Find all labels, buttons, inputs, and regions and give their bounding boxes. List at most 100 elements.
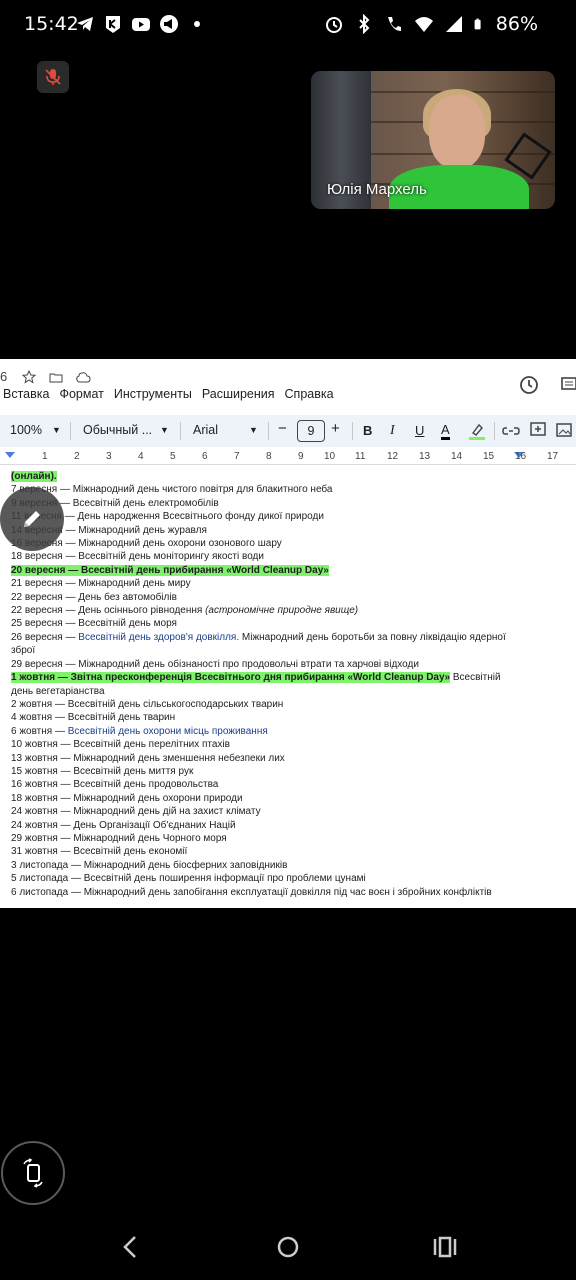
doc-line[interactable]: 16 жовтня — Всесвітній день продовольств… xyxy=(11,778,571,791)
doc-ruler: 1 2 3 4 5 6 7 8 9 10 11 12 13 14 15 16 1… xyxy=(0,451,576,465)
doc-line[interactable]: 29 вересня — Міжнародний день обізнаност… xyxy=(11,658,571,671)
doc-line[interactable]: 16 вересня — Міжнародний день охорони оз… xyxy=(11,537,571,550)
doc-line-text: 29 вересня — Міжнародний день обізнаност… xyxy=(11,658,419,670)
doc-line-text: 4 жовтня — Всесвітній день тварин xyxy=(11,712,176,724)
doc-line[interactable]: день вегетаріанства xyxy=(11,685,571,698)
style-select[interactable]: Обычный ... xyxy=(83,423,153,437)
ruler-tick: 16 xyxy=(515,451,527,462)
doc-line[interactable]: 15 жовтня — Всесвітній день миття рук xyxy=(11,765,571,778)
doc-line[interactable]: 22 вересня — День осіннього рівнодення (… xyxy=(11,604,571,617)
back-icon[interactable] xyxy=(120,1235,140,1259)
move-to-folder-icon[interactable] xyxy=(48,370,64,384)
link-icon[interactable] xyxy=(502,423,520,439)
ruler-tick: 10 xyxy=(324,451,336,462)
underline-icon[interactable]: U xyxy=(415,423,424,438)
menu-extensions[interactable]: Расширения xyxy=(202,387,275,409)
rotate-screen-button[interactable] xyxy=(1,1141,65,1205)
doc-line[interactable]: 31 жовтня — Всесвітній день економії xyxy=(11,845,571,858)
doc-line[interactable]: 21 вересня — Міжнародний день миру xyxy=(11,577,571,590)
history-icon[interactable] xyxy=(518,374,540,396)
doc-line[interactable]: (онлайн). xyxy=(11,470,571,483)
italic-icon[interactable]: I xyxy=(390,423,395,439)
doc-line-rest-text: Міжнародний день боротьби за повну лікві… xyxy=(239,631,506,643)
status-right-icons: 86% xyxy=(324,13,538,35)
doc-line[interactable]: 4 жовтня — Всесвітній день тварин xyxy=(11,711,571,724)
menu-tools[interactable]: Инструменты xyxy=(114,387,192,409)
ruler-tick: 17 xyxy=(547,451,559,462)
wifi-icon xyxy=(414,17,433,32)
mic-off-icon xyxy=(45,69,61,85)
mic-off-button[interactable] xyxy=(37,61,69,93)
menu-help[interactable]: Справка xyxy=(285,387,334,409)
indent-marker-icon[interactable] xyxy=(4,451,16,461)
participant-video-tile[interactable]: Юлія Мархель xyxy=(311,71,555,209)
doc-line[interactable]: 18 жовтня — Міжнародний день охорони при… xyxy=(11,792,571,805)
insert-image-icon[interactable] xyxy=(556,422,572,438)
doc-line-link-text: Всесвітній день здоров'я довкілля. xyxy=(78,631,240,643)
decrease-font-icon[interactable]: − xyxy=(278,420,287,437)
doc-line[interactable]: 5 листопада — Всесвітній день поширення … xyxy=(11,872,571,885)
star-icon[interactable] xyxy=(22,370,36,384)
doc-line[interactable]: 24 жовтня — Міжнародний день дій на захи… xyxy=(11,805,571,818)
doc-line[interactable]: 6 листопада — Міжнародний день запобіган… xyxy=(11,886,571,899)
doc-line-italic-text: (астрономічне природне явище) xyxy=(202,605,359,617)
home-icon[interactable] xyxy=(276,1235,300,1259)
doc-line-text: 10 жовтня — Всесвітній день перелітних п… xyxy=(11,739,230,751)
doc-line[interactable]: 9 вересня — Всесвітній день електромобіл… xyxy=(11,497,571,510)
ruler-tick: 3 xyxy=(106,451,112,462)
ruler-tick: 9 xyxy=(298,451,304,462)
doc-line[interactable]: 20 вересня — Всесвітній день прибирання … xyxy=(11,564,571,577)
cloud-status-icon[interactable] xyxy=(74,370,92,384)
doc-line-text: 6 жовтня — xyxy=(11,725,68,737)
bold-icon[interactable]: B xyxy=(363,423,372,438)
doc-line-text: 18 вересня — Всесвітній день моніторингу… xyxy=(11,551,264,563)
recents-icon[interactable] xyxy=(433,1235,457,1259)
doc-line[interactable]: 10 жовтня — Всесвітній день перелітних п… xyxy=(11,738,571,751)
battery-percent: 86% xyxy=(495,13,538,35)
doc-line[interactable]: 3 листопада — Міжнародний день біосферни… xyxy=(11,859,571,872)
increase-font-icon[interactable]: + xyxy=(331,420,340,437)
doc-body[interactable]: (онлайн). 7 вересня — Міжнародний день чи… xyxy=(11,470,571,899)
font-size-input[interactable]: 9 xyxy=(297,420,325,442)
doc-line[interactable]: 11 вересня — День народження Всесвітньог… xyxy=(11,510,571,523)
doc-line[interactable]: зброї xyxy=(11,644,571,657)
participant-face xyxy=(429,95,485,169)
youtube-icon xyxy=(132,18,150,31)
doc-line[interactable]: 14 вересня — Міжнародний день журавля xyxy=(11,524,571,537)
navigation-bar xyxy=(0,1215,576,1280)
doc-line-text: 20 вересня — Всесвітній день прибирання … xyxy=(11,564,329,576)
doc-line[interactable]: 18 вересня — Всесвітній день моніторингу… xyxy=(11,550,571,563)
add-comment-icon[interactable] xyxy=(529,421,547,439)
doc-line-text: 26 вересня — xyxy=(11,631,79,643)
doc-line[interactable]: 1 жовтня — Звітна пресконференція Всесві… xyxy=(11,671,571,684)
doc-line[interactable]: 6 жовтня — Всесвітній день охорони місць… xyxy=(11,725,571,738)
doc-line-text: 5 листопада — Всесвітній день поширення … xyxy=(11,873,366,885)
ruler-tick: 14 xyxy=(451,451,463,462)
toolbar-divider xyxy=(494,422,495,440)
doc-line[interactable]: 24 жовтня — День Організації Об'єднаних … xyxy=(11,819,571,832)
doc-line-text: 24 жовтня — Міжнародний день дій на захи… xyxy=(11,806,261,818)
edit-button[interactable] xyxy=(0,487,64,551)
ruler-tick: 12 xyxy=(387,451,399,462)
ruler-tick: 1 xyxy=(42,451,48,462)
doc-title-edge: 6 xyxy=(0,369,8,384)
ruler-tick: 13 xyxy=(419,451,431,462)
menu-format[interactable]: Формат xyxy=(59,387,103,409)
font-select[interactable]: Arial xyxy=(193,423,218,437)
zoom-select[interactable]: 100% xyxy=(10,423,42,437)
menu-insert[interactable]: Вставка xyxy=(3,387,49,409)
text-color-icon[interactable]: A xyxy=(441,423,450,440)
doc-line[interactable]: 7 вересня — Міжнародний день чистого пов… xyxy=(11,483,571,496)
doc-title-row: 6 xyxy=(0,359,576,394)
chevron-down-icon: ▼ xyxy=(52,425,61,435)
doc-line[interactable]: 26 вересня — Всесвітній день здоров'я до… xyxy=(11,631,571,644)
doc-line[interactable]: 13 жовтня — Міжнародний день зменшення н… xyxy=(11,752,571,765)
comments-icon[interactable] xyxy=(560,375,576,393)
doc-line[interactable]: 25 вересня — Всесвітній день моря xyxy=(11,617,571,630)
doc-line-text: 29 жовтня — Міжнародний день Чорного мор… xyxy=(11,832,227,844)
bluetooth-icon xyxy=(359,14,370,34)
highlight-color-icon[interactable] xyxy=(467,421,487,441)
doc-line[interactable]: 22 вересня — День без автомобілів xyxy=(11,591,571,604)
doc-line[interactable]: 2 жовтня — Всесвітній день сільськогоспо… xyxy=(11,698,571,711)
doc-line[interactable]: 29 жовтня — Міжнародний день Чорного мор… xyxy=(11,832,571,845)
